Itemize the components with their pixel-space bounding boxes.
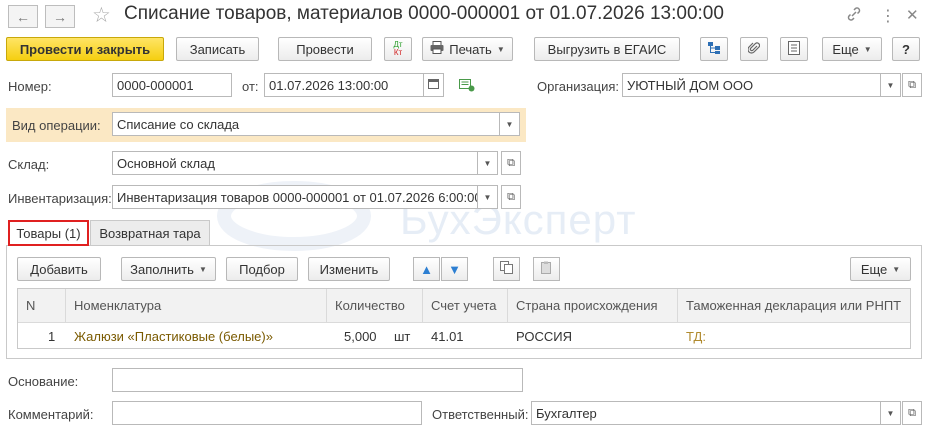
chevron-down-icon: ▼ — [496, 44, 505, 54]
operation-type-label: Вид операции: — [12, 118, 101, 133]
responsible-open-button[interactable]: ⧉ — [902, 401, 922, 425]
copy-button[interactable] — [493, 257, 520, 281]
warehouse-label: Склад: — [8, 157, 50, 172]
organization-open-button[interactable]: ⧉ — [902, 73, 922, 97]
column-header-item[interactable]: Номенклатура — [66, 289, 327, 323]
link-icon[interactable] — [846, 6, 862, 26]
inventory-open-button[interactable]: ⧉ — [501, 185, 521, 209]
export-egais-button[interactable]: Выгрузить в ЕГАИС — [534, 37, 680, 61]
organization-label: Организация: — [537, 79, 620, 94]
chevron-down-icon: ▼ — [863, 44, 872, 54]
copy-icon — [500, 261, 513, 277]
open-window-icon: ⧉ — [908, 78, 916, 91]
fill-button[interactable]: Заполнить ▼ — [121, 257, 216, 281]
inventory-field[interactable]: Инвентаризация товаров 0000-000001 от 01… — [112, 185, 478, 209]
chevron-down-icon: ▼ — [198, 264, 207, 274]
chevron-down-icon: ▼ — [892, 264, 901, 274]
number-field[interactable]: 0000-000001 — [112, 73, 232, 97]
chevron-down-icon: ▼ — [483, 158, 492, 168]
more-button[interactable]: Еще ▼ — [822, 37, 882, 61]
organization-dropdown[interactable]: ▼ — [881, 73, 901, 97]
paste-button[interactable] — [533, 257, 560, 281]
chevron-down-icon: ▼ — [483, 192, 492, 202]
list-document-icon — [788, 40, 800, 58]
table-row[interactable]: 1 Жалюзи «Пластиковые (белые)» 5,000 шт … — [18, 323, 910, 349]
page-title: Списание товаров, материалов 0000-000001… — [124, 3, 724, 24]
save-button[interactable]: Записать — [176, 37, 259, 61]
column-header-quantity[interactable]: Количество — [327, 289, 423, 323]
warehouse-dropdown[interactable]: ▼ — [478, 151, 498, 175]
move-down-button[interactable]: ▼ — [441, 257, 468, 281]
column-header-n[interactable]: N — [18, 289, 66, 323]
more-vertical-icon[interactable]: ⋮ — [880, 6, 896, 26]
operation-type-dropdown[interactable]: ▼ — [500, 112, 520, 136]
help-button[interactable]: ? — [892, 37, 920, 61]
move-up-button[interactable]: ▲ — [413, 257, 440, 281]
status-icon[interactable] — [459, 79, 475, 95]
report-button[interactable] — [780, 37, 808, 61]
add-button[interactable]: Добавить — [17, 257, 101, 281]
inventory-label: Инвентаризация: — [8, 191, 112, 206]
print-button[interactable]: Печать ▼ — [422, 37, 513, 61]
favorite-star-icon[interactable]: ☆ — [92, 3, 111, 28]
arrow-up-icon: ▲ — [420, 261, 433, 277]
back-button[interactable]: ← — [8, 5, 38, 28]
select-button[interactable]: Подбор — [226, 257, 298, 281]
arrow-left-icon: ← — [16, 8, 30, 25]
table-more-button[interactable]: Еще ▼ — [850, 257, 911, 281]
chevron-down-icon: ▼ — [505, 119, 514, 129]
paste-icon — [540, 261, 553, 277]
close-icon[interactable]: ✕ — [906, 6, 919, 24]
row-quantity[interactable]: 5,000 — [344, 323, 377, 349]
structure-button[interactable] — [700, 37, 728, 61]
organization-field[interactable]: УЮТНЫЙ ДОМ ООО — [622, 73, 881, 97]
goods-table[interactable]: N Номенклатура Количество Счет учета Стр… — [17, 288, 911, 349]
arrow-right-icon: → — [53, 8, 67, 25]
column-header-account[interactable]: Счет учета — [423, 289, 508, 323]
inventory-dropdown[interactable]: ▼ — [478, 185, 498, 209]
attach-button[interactable] — [740, 37, 768, 61]
row-unit: шт — [394, 328, 411, 344]
dt-kt-icon: Дт Кт — [393, 40, 403, 57]
row-customs[interactable]: ТД: — [686, 323, 706, 349]
number-label: Номер: — [8, 79, 52, 94]
row-country[interactable]: РОССИЯ — [516, 323, 572, 349]
hierarchy-icon — [707, 41, 721, 58]
paperclip-icon — [747, 41, 761, 58]
date-field[interactable]: 01.07.2026 13:00:00 — [264, 73, 424, 97]
column-header-customs[interactable]: Таможенная декларация или РНПТ — [678, 289, 910, 323]
tab-returnable-packaging[interactable]: Возвратная тара — [90, 220, 210, 245]
row-account[interactable]: 41.01 — [431, 323, 464, 349]
responsible-dropdown[interactable]: ▼ — [881, 401, 901, 425]
chevron-down-icon: ▼ — [886, 408, 895, 418]
warehouse-field[interactable]: Основной склад — [112, 151, 478, 175]
arrow-down-icon: ▼ — [448, 261, 461, 277]
comment-label: Комментарий: — [8, 407, 94, 422]
forward-button[interactable]: → — [45, 5, 75, 28]
column-header-country[interactable]: Страна происхождения — [508, 289, 678, 323]
responsible-label: Ответственный: — [432, 407, 529, 422]
comment-field[interactable] — [112, 401, 422, 425]
operation-type-field[interactable]: Списание со склада — [112, 112, 500, 136]
post-and-close-button[interactable]: Провести и закрыть — [6, 37, 164, 61]
date-label: от: — [242, 79, 259, 94]
chevron-down-icon: ▼ — [886, 80, 895, 90]
dt-kt-button[interactable]: Дт Кт — [384, 37, 412, 61]
open-window-icon: ⧉ — [507, 190, 515, 203]
warehouse-open-button[interactable]: ⧉ — [501, 151, 521, 175]
row-number: 1 — [48, 328, 56, 344]
open-window-icon: ⧉ — [507, 156, 515, 169]
tab-goods[interactable]: Товары (1) — [8, 220, 89, 246]
post-button[interactable]: Провести — [278, 37, 372, 61]
calendar-button[interactable] — [424, 73, 444, 97]
edit-button[interactable]: Изменить — [308, 257, 390, 281]
calendar-icon — [428, 78, 439, 92]
responsible-field[interactable]: Бухгалтер — [531, 401, 881, 425]
printer-icon — [430, 41, 444, 57]
basis-field[interactable] — [112, 368, 523, 392]
basis-label: Основание: — [8, 374, 79, 389]
open-window-icon: ⧉ — [908, 406, 916, 419]
row-item[interactable]: Жалюзи «Пластиковые (белые)» — [74, 323, 273, 349]
